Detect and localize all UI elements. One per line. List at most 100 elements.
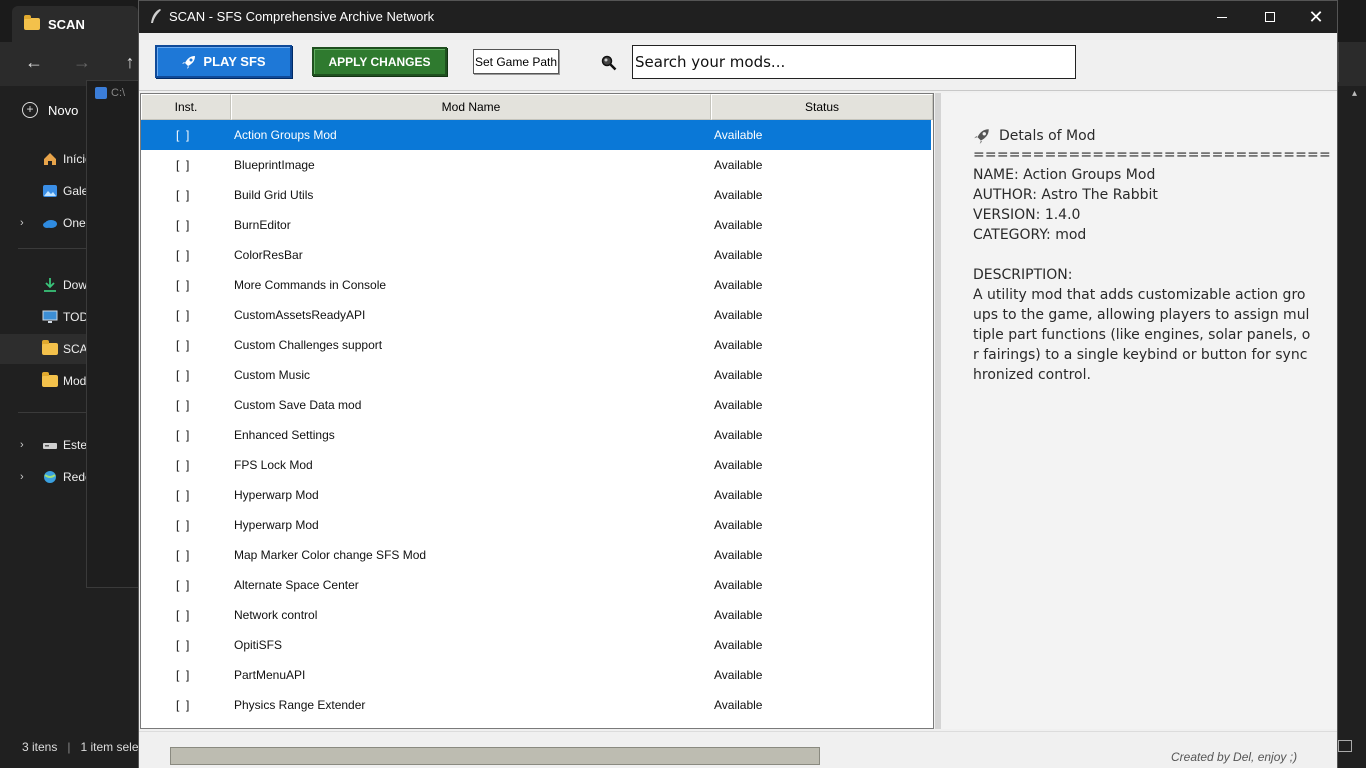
table-row[interactable]: [ ] BurnEditor Available: [141, 210, 931, 240]
table-row[interactable]: [ ] Build Grid Utils Available: [141, 180, 931, 210]
install-checkbox[interactable]: [ ]: [176, 638, 189, 652]
sidebar-item-home[interactable]: Inície: [0, 144, 92, 174]
install-checkbox[interactable]: [ ]: [176, 698, 189, 712]
mod-name-cell: CustomAssetsReadyAPI: [234, 308, 366, 322]
install-checkbox[interactable]: [ ]: [176, 308, 189, 322]
folder-icon: [24, 15, 40, 30]
sidebar-item-network[interactable]: › Rede: [0, 462, 92, 492]
apply-changes-button[interactable]: APPLY CHANGES: [312, 47, 447, 76]
search-icon: [601, 55, 617, 71]
sidebar-item-mods[interactable]: Mod: [0, 366, 90, 396]
sidebar-item-downloads[interactable]: Dow: [0, 270, 90, 300]
status-footer: Created by Del, enjoy ;): [139, 731, 1337, 768]
table-row[interactable]: [ ] OpitiSFS Available: [141, 630, 931, 660]
install-checkbox[interactable]: [ ]: [176, 548, 189, 562]
column-header-inst[interactable]: Inst.: [141, 94, 231, 120]
install-checkbox[interactable]: [ ]: [176, 188, 189, 202]
table-row[interactable]: [ ] Enhanced Settings Available: [141, 420, 931, 450]
install-checkbox[interactable]: [ ]: [176, 338, 189, 352]
mod-name-cell: Custom Save Data mod: [234, 398, 362, 412]
table-row[interactable]: [ ] FPS Lock Mod Available: [141, 450, 931, 480]
install-checkbox[interactable]: [ ]: [176, 368, 189, 382]
back-arrow-icon[interactable]: ←: [22, 52, 46, 73]
details-name: NAME: Action Groups Mod: [973, 167, 1156, 183]
sidebar-item-scan[interactable]: SCA: [0, 334, 90, 364]
search-input[interactable]: Search your mods...: [632, 45, 1076, 79]
chevron-right-icon[interactable]: ›: [20, 217, 24, 229]
mod-status-cell: Available: [714, 488, 763, 502]
sidebar-item-onedrive[interactable]: › One: [0, 208, 90, 238]
table-row[interactable]: [ ] Custom Save Data mod Available: [141, 390, 931, 420]
install-checkbox[interactable]: [ ]: [176, 518, 189, 532]
chevron-right-icon[interactable]: ›: [20, 439, 24, 451]
install-checkbox[interactable]: [ ]: [176, 248, 189, 262]
install-checkbox[interactable]: [ ]: [176, 488, 189, 502]
maximize-button[interactable]: [1247, 1, 1293, 33]
install-checkbox[interactable]: [ ]: [176, 278, 189, 292]
set-game-path-label: Set Game Path: [474, 54, 558, 69]
table-row[interactable]: [ ] CustomAssetsReadyAPI Available: [141, 300, 931, 330]
mod-name-cell: More Commands in Console: [234, 278, 387, 292]
mod-status-cell: Available: [714, 308, 763, 322]
table-row[interactable]: [ ] ColorResBar Available: [141, 240, 931, 270]
mod-status-cell: Available: [714, 428, 763, 442]
column-header-mod-name[interactable]: Mod Name: [231, 94, 711, 120]
table-row[interactable]: [ ] Map Marker Color change SFS Mod Availa…: [141, 540, 931, 570]
table-row[interactable]: [ ] Hyperwarp Mod Available: [141, 510, 931, 540]
table-row[interactable]: [ ] Hyperwarp Mod Available: [141, 480, 931, 510]
chevron-up-icon[interactable]: ▴: [1352, 88, 1357, 99]
table-row[interactable]: [ ] Action Groups Mod Available: [141, 120, 931, 150]
column-header-status[interactable]: Status: [711, 94, 933, 120]
onedrive-icon: [43, 220, 57, 228]
view-toggle-icon[interactable]: [1338, 740, 1352, 752]
mod-name-cell: BlueprintImage: [234, 158, 315, 172]
mod-name-cell: Custom Challenges support: [234, 338, 383, 352]
install-checkbox[interactable]: [ ]: [176, 218, 189, 232]
details-description: A utility mod that adds customizable act…: [973, 287, 1311, 383]
mod-name-cell: Map Marker Color change SFS Mod: [234, 548, 427, 562]
install-checkbox[interactable]: [ ]: [176, 428, 189, 442]
install-checkbox[interactable]: [ ]: [176, 458, 189, 472]
details-author: AUTHOR: Astro The Rabbit: [973, 187, 1158, 203]
details-description-label: DESCRIPTION:: [973, 267, 1073, 283]
close-button[interactable]: ✕: [1293, 1, 1339, 33]
sidebar-item-this-pc[interactable]: › Este: [0, 430, 90, 460]
table-row[interactable]: [ ] Alternate Space Center Available: [141, 570, 931, 600]
mod-name-cell: Physics Range Extender: [234, 698, 366, 712]
forward-arrow-icon[interactable]: →: [70, 52, 94, 73]
progress-bar: [170, 747, 820, 765]
details-category: CATEGORY: mod: [973, 227, 1087, 243]
install-checkbox[interactable]: [ ]: [176, 128, 189, 142]
network-icon: [44, 471, 56, 483]
mod-status-cell: Available: [714, 338, 763, 352]
mod-status-cell: Available: [714, 398, 763, 412]
table-row[interactable]: [ ] PartMenuAPI Available: [141, 660, 931, 690]
explorer-search-edge[interactable]: [1338, 42, 1366, 82]
sidebar-item-monitor[interactable]: TOD: [0, 302, 90, 332]
chevron-right-icon[interactable]: ›: [20, 471, 24, 483]
table-row[interactable]: [ ] Network control Available: [141, 600, 931, 630]
minimize-button[interactable]: [1199, 1, 1245, 33]
table-row[interactable]: [ ] Custom Challenges support Available: [141, 330, 931, 360]
install-checkbox[interactable]: [ ]: [176, 578, 189, 592]
mod-status-cell: Available: [714, 458, 763, 472]
mod-list: Inst. Mod Name Status [ ] Action Groups M…: [140, 93, 934, 729]
install-checkbox[interactable]: [ ]: [176, 668, 189, 682]
mod-name-cell: Alternate Space Center: [234, 578, 359, 592]
table-row[interactable]: [ ] BlueprintImage Available: [141, 150, 931, 180]
table-row[interactable]: [ ] More Commands in Console Available: [141, 270, 931, 300]
python-icon: [95, 87, 107, 99]
new-button[interactable]: + Novo: [22, 102, 78, 118]
set-game-path-button[interactable]: Set Game Path: [473, 49, 559, 74]
sidebar-item-label: Mod: [63, 374, 87, 388]
sidebar-item-gallery[interactable]: Gale: [0, 176, 90, 206]
install-checkbox[interactable]: [ ]: [176, 398, 189, 412]
window-title: SCAN - SFS Comprehensive Archive Network: [169, 9, 435, 24]
explorer-tab[interactable]: SCAN: [12, 6, 138, 42]
table-row[interactable]: [ ] Custom Music Available: [141, 360, 931, 390]
mod-status-cell: Available: [714, 578, 763, 592]
install-checkbox[interactable]: [ ]: [176, 158, 189, 172]
table-row[interactable]: [ ] Physics Range Extender Available: [141, 690, 931, 720]
play-sfs-button[interactable]: PLAY SFS: [155, 45, 292, 78]
install-checkbox[interactable]: [ ]: [176, 608, 189, 622]
